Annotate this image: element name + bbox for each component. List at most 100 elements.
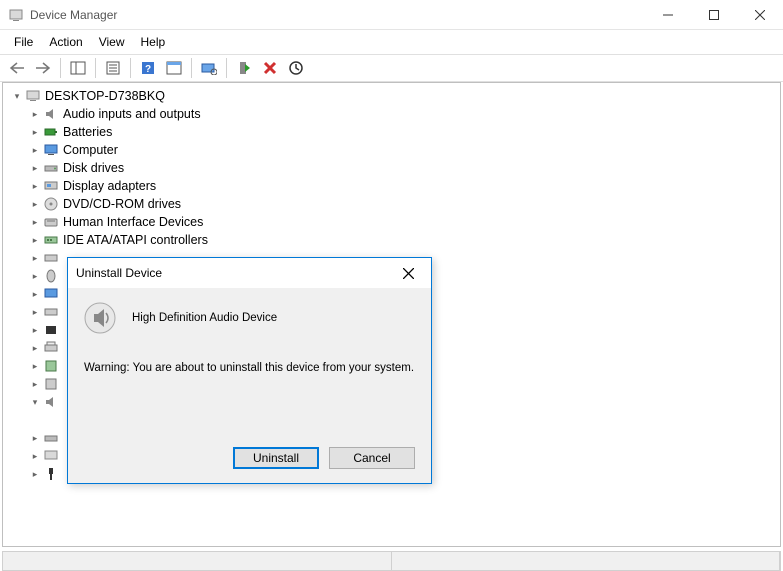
- menu-file[interactable]: File: [6, 33, 41, 51]
- window-title: Device Manager: [30, 8, 645, 22]
- chevron-right-icon[interactable]: ▸: [29, 249, 41, 267]
- chevron-right-icon[interactable]: ▸: [29, 159, 41, 177]
- forward-button[interactable]: [31, 57, 55, 79]
- scan-hardware-button[interactable]: [197, 57, 221, 79]
- chevron-right-icon[interactable]: ▸: [29, 141, 41, 159]
- update-driver-button[interactable]: [284, 57, 308, 79]
- software-device-icon: [43, 376, 59, 392]
- toolbar: ?: [0, 54, 783, 82]
- tree-item-label: Human Interface Devices: [63, 213, 203, 231]
- dialog-title: Uninstall Device: [76, 266, 393, 280]
- computer-icon: [25, 88, 41, 104]
- uninstall-device-button[interactable]: [258, 57, 282, 79]
- tree-root-label: DESKTOP-D738BKQ: [45, 87, 165, 105]
- toolbar-separator: [226, 58, 227, 78]
- port-icon: [43, 322, 59, 338]
- chevron-right-icon[interactable]: ▸: [29, 447, 41, 465]
- tree-root[interactable]: ▾ DESKTOP-D738BKQ: [7, 87, 776, 105]
- monitor-icon: [43, 286, 59, 302]
- device-icon: [43, 250, 59, 266]
- chevron-right-icon[interactable]: ▸: [29, 195, 41, 213]
- chevron-right-icon[interactable]: ▸: [29, 105, 41, 123]
- dialog-warning-text: Warning: You are about to uninstall this…: [84, 362, 415, 374]
- help-button[interactable]: ?: [136, 57, 160, 79]
- chevron-right-icon[interactable]: ▸: [29, 231, 41, 249]
- chevron-right-icon[interactable]: ▸: [29, 465, 41, 483]
- minimize-button[interactable]: [645, 0, 691, 29]
- close-button[interactable]: [737, 0, 783, 29]
- mouse-icon: [43, 268, 59, 284]
- menu-help[interactable]: Help: [133, 33, 174, 51]
- disk-icon: [43, 160, 59, 176]
- tree-item-label: Audio inputs and outputs: [63, 105, 201, 123]
- menu-view[interactable]: View: [91, 33, 133, 51]
- chevron-right-icon[interactable]: ▸: [29, 429, 41, 447]
- svg-text:?: ?: [145, 64, 151, 75]
- tree-item-label: IDE ATA/ATAPI controllers: [63, 231, 208, 249]
- enable-device-button[interactable]: [232, 57, 256, 79]
- chevron-right-icon[interactable]: ▸: [29, 357, 41, 375]
- disc-icon: [43, 196, 59, 212]
- tree-item-display[interactable]: ▸ Display adapters: [7, 177, 776, 195]
- status-pane: [3, 552, 392, 570]
- tree-item-audio[interactable]: ▸ Audio inputs and outputs: [7, 105, 776, 123]
- chevron-right-icon[interactable]: ▸: [29, 177, 41, 195]
- dialog-title-bar[interactable]: Uninstall Device: [68, 258, 431, 288]
- properties-button[interactable]: [101, 57, 125, 79]
- uninstall-dialog: Uninstall Device High Definition Audio D…: [67, 257, 432, 484]
- chevron-right-icon[interactable]: ▸: [29, 339, 41, 357]
- tree-item-hid[interactable]: ▸ Human Interface Devices: [7, 213, 776, 231]
- chevron-right-icon[interactable]: ▸: [29, 375, 41, 393]
- tree-item-batteries[interactable]: ▸ Batteries: [7, 123, 776, 141]
- tree-item-label: Display adapters: [63, 177, 156, 195]
- status-pane: [392, 552, 781, 570]
- processor-icon: [43, 358, 59, 374]
- dialog-device-name: High Definition Audio Device: [132, 312, 277, 324]
- maximize-button[interactable]: [691, 0, 737, 29]
- chevron-right-icon[interactable]: ▸: [29, 303, 41, 321]
- monitor-icon: [43, 142, 59, 158]
- tree-item-computer[interactable]: ▸ Computer: [7, 141, 776, 159]
- status-bar: [2, 551, 781, 571]
- toolbar-separator: [60, 58, 61, 78]
- storage-icon: [43, 430, 59, 446]
- show-hide-tree-button[interactable]: [66, 57, 90, 79]
- chevron-right-icon[interactable]: ▸: [29, 267, 41, 285]
- usb-icon: [43, 466, 59, 482]
- dialog-button-row: Uninstall Cancel: [233, 447, 415, 469]
- title-bar: Device Manager: [0, 0, 783, 30]
- controller-icon: [43, 232, 59, 248]
- chevron-right-icon[interactable]: ▸: [29, 285, 41, 303]
- tree-item-dvd[interactable]: ▸ DVD/CD-ROM drives: [7, 195, 776, 213]
- menu-bar: File Action View Help: [0, 30, 783, 54]
- back-button[interactable]: [5, 57, 29, 79]
- app-icon: [8, 7, 24, 23]
- chevron-right-icon[interactable]: ▸: [29, 123, 41, 141]
- tree-item-label: Batteries: [63, 123, 112, 141]
- battery-icon: [43, 124, 59, 140]
- uninstall-button[interactable]: Uninstall: [233, 447, 319, 469]
- cancel-button[interactable]: Cancel: [329, 447, 415, 469]
- toolbar-separator: [191, 58, 192, 78]
- chevron-down-icon[interactable]: ▾: [29, 393, 41, 411]
- display-adapter-icon: [43, 178, 59, 194]
- toolbar-separator: [95, 58, 96, 78]
- tree-item-label: DVD/CD-ROM drives: [63, 195, 181, 213]
- dialog-body: High Definition Audio Device Warning: Yo…: [68, 288, 431, 388]
- hid-icon: [43, 214, 59, 230]
- chevron-down-icon[interactable]: ▾: [11, 87, 23, 105]
- speaker-icon: [43, 106, 59, 122]
- dialog-close-button[interactable]: [393, 258, 423, 288]
- chevron-right-icon[interactable]: ▸: [29, 213, 41, 231]
- chevron-right-icon[interactable]: ▸: [29, 321, 41, 339]
- tree-item-disk[interactable]: ▸ Disk drives: [7, 159, 776, 177]
- window-controls: [645, 0, 783, 29]
- action-button[interactable]: [162, 57, 186, 79]
- menu-action[interactable]: Action: [41, 33, 90, 51]
- speaker-icon: [43, 394, 59, 410]
- speaker-icon: [84, 302, 116, 334]
- toolbar-separator: [130, 58, 131, 78]
- tree-item-label: Computer: [63, 141, 118, 159]
- tree-item-ide[interactable]: ▸ IDE ATA/ATAPI controllers: [7, 231, 776, 249]
- network-icon: [43, 304, 59, 320]
